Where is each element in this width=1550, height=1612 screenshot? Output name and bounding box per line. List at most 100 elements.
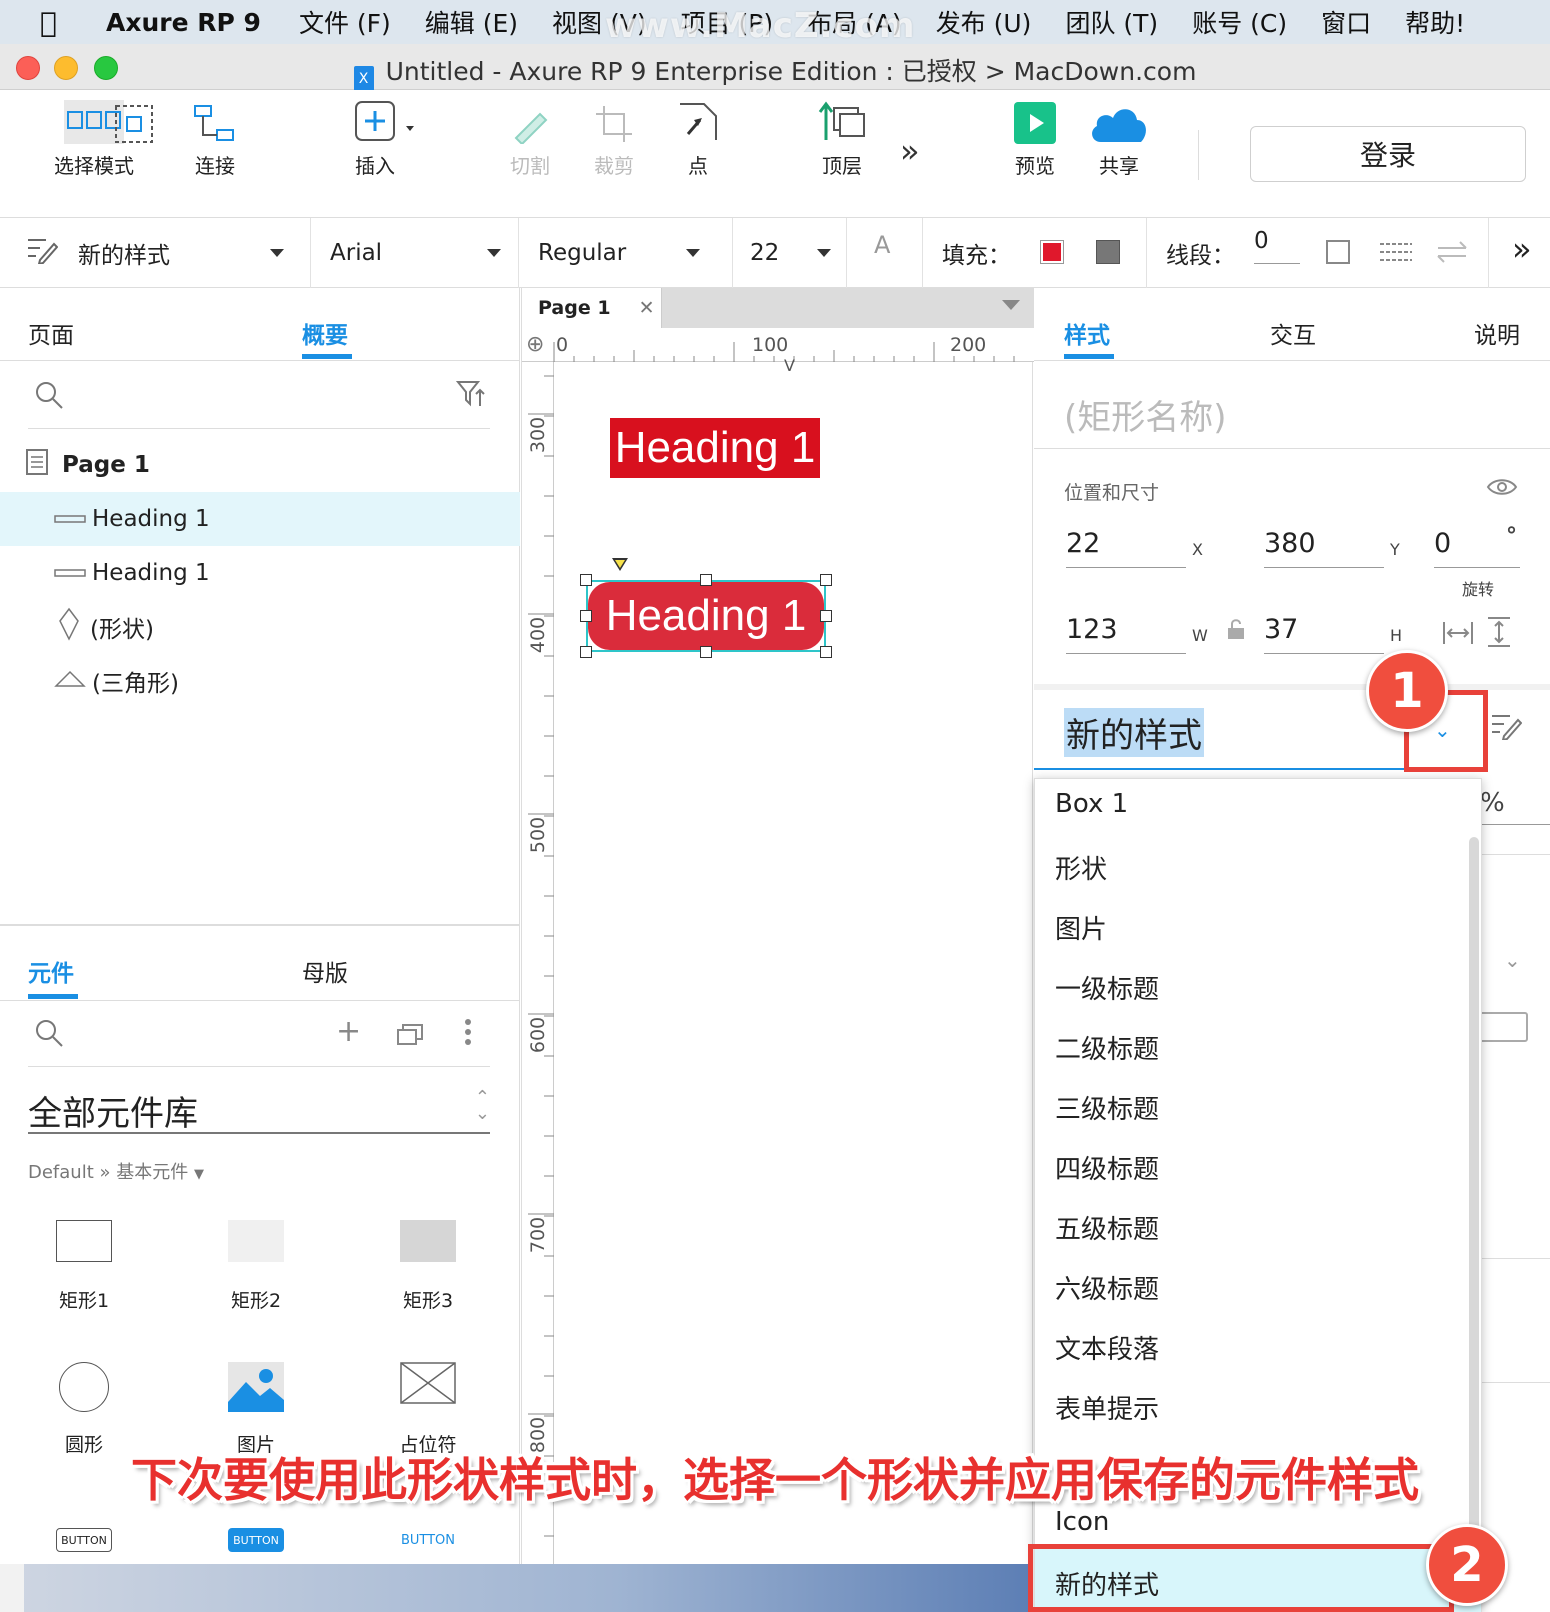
- dropdown-item[interactable]: 文本段落: [1055, 1329, 1159, 1366]
- visibility-eye-icon[interactable]: [1486, 476, 1518, 502]
- widget-placeholder[interactable]: 占位符: [368, 1362, 488, 1457]
- aspect-lock-icon[interactable]: [1226, 618, 1246, 644]
- more-options-icon[interactable]: [464, 1018, 472, 1050]
- crop-button[interactable]: 裁剪: [584, 90, 644, 179]
- search-icon[interactable]: [34, 380, 64, 414]
- outline-item[interactable]: Heading 1: [0, 546, 520, 600]
- menu-help[interactable]: 帮助!: [1405, 4, 1465, 40]
- apple-icon[interactable]: : [40, 6, 80, 39]
- preview-button[interactable]: 预览: [1005, 90, 1065, 179]
- cut-button[interactable]: 切割: [500, 90, 560, 179]
- canvas-heading[interactable]: Heading 1: [610, 418, 820, 478]
- dropdown-item[interactable]: 六级标题: [1055, 1269, 1159, 1306]
- outline-page[interactable]: Page 1: [0, 438, 520, 492]
- font-select[interactable]: Arial: [330, 218, 502, 288]
- menu-file[interactable]: 文件 (F): [299, 4, 391, 40]
- border-style-icon[interactable]: [1326, 240, 1350, 264]
- resize-handle[interactable]: [580, 610, 592, 622]
- dropdown-item[interactable]: 表单提示: [1055, 1389, 1159, 1426]
- widget-image[interactable]: 图片: [196, 1362, 316, 1457]
- menu-publish[interactable]: 发布 (U): [936, 4, 1032, 40]
- border-preview[interactable]: [1474, 1012, 1528, 1042]
- tab-interaction[interactable]: 交互: [1270, 316, 1316, 350]
- resize-handle[interactable]: [580, 574, 592, 586]
- fill-color-swatch[interactable]: [1040, 240, 1064, 264]
- tab-style[interactable]: 样式: [1064, 316, 1110, 350]
- height-input[interactable]: 37: [1264, 614, 1384, 654]
- more-format-icon[interactable]: »: [1512, 230, 1532, 268]
- edit-style-icon[interactable]: [1490, 712, 1523, 744]
- width-input[interactable]: 123: [1066, 614, 1186, 654]
- rectangle-icon: [54, 560, 86, 586]
- menu-edit[interactable]: 编辑 (E): [425, 4, 518, 40]
- login-button[interactable]: 登录: [1250, 126, 1526, 182]
- widget-rectangle1[interactable]: 矩形1: [24, 1220, 144, 1313]
- dropdown-scrollbar[interactable]: [1469, 837, 1479, 1537]
- tab-outline[interactable]: 概要: [302, 316, 348, 350]
- dropdown-item[interactable]: 三级标题: [1055, 1089, 1159, 1126]
- font-size-select[interactable]: 22: [750, 218, 832, 288]
- add-library-icon[interactable]: +: [336, 1014, 361, 1049]
- menu-window[interactable]: 窗口: [1321, 4, 1371, 40]
- menu-team[interactable]: 团队 (T): [1065, 4, 1158, 40]
- tab-notes[interactable]: 说明: [1474, 316, 1520, 350]
- tab-page1[interactable]: Page 1 ✕: [522, 288, 662, 328]
- more-tools-icon[interactable]: »: [900, 132, 920, 170]
- close-tab-icon[interactable]: ✕: [639, 297, 655, 319]
- selected-heading[interactable]: Heading 1: [588, 582, 824, 650]
- top-layer-button[interactable]: 顶层: [812, 90, 872, 179]
- outline-item[interactable]: (三角形): [0, 654, 520, 708]
- style-select[interactable]: 新的样式: [26, 218, 284, 288]
- resize-handle[interactable]: [820, 610, 832, 622]
- resize-handle[interactable]: [700, 646, 712, 658]
- fit-width-icon[interactable]: [1442, 620, 1474, 650]
- resize-handle[interactable]: [700, 574, 712, 586]
- app-menu[interactable]: Axure RP 9: [106, 8, 261, 37]
- text-color-icon[interactable]: A: [874, 210, 890, 280]
- widget-button[interactable]: BUTTON: [56, 1528, 112, 1552]
- point-button[interactable]: 点: [668, 90, 728, 179]
- fit-height-icon[interactable]: [1486, 616, 1512, 652]
- line-width-input[interactable]: 0: [1254, 218, 1300, 264]
- x-input[interactable]: 22: [1066, 528, 1186, 568]
- dropdown-item[interactable]: 四级标题: [1055, 1149, 1159, 1186]
- chevron-down-icon[interactable]: ⌄: [1504, 948, 1521, 972]
- dropdown-item[interactable]: 五级标题: [1055, 1209, 1159, 1246]
- filter-icon[interactable]: [455, 380, 486, 412]
- line-pattern-icon[interactable]: [1380, 240, 1412, 264]
- outline-item[interactable]: (形状): [0, 600, 520, 654]
- tabs-dropdown-icon[interactable]: [1002, 300, 1020, 310]
- arrow-style-icon[interactable]: [1436, 240, 1468, 264]
- font-weight-select[interactable]: Regular: [538, 218, 701, 288]
- widget-circle[interactable]: 圆形: [24, 1362, 144, 1457]
- library-breadcrumb[interactable]: Default » 基本元件 ▼: [28, 1158, 204, 1184]
- dropdown-item[interactable]: Box 1: [1055, 789, 1128, 819]
- library-copy-icon[interactable]: [396, 1022, 424, 1050]
- dropdown-item[interactable]: 图片: [1055, 909, 1107, 946]
- widget-primary-button[interactable]: BUTTON: [228, 1528, 284, 1552]
- resize-handle[interactable]: [820, 574, 832, 586]
- y-input[interactable]: 380: [1264, 528, 1384, 568]
- widget-rectangle2[interactable]: 矩形2: [196, 1220, 316, 1313]
- search-icon[interactable]: [34, 1018, 64, 1052]
- tab-widgets[interactable]: 元件: [28, 954, 74, 988]
- library-select[interactable]: 全部元件库 ⌃ ⌄: [28, 1086, 490, 1134]
- dropdown-item[interactable]: 二级标题: [1055, 1029, 1159, 1066]
- share-button[interactable]: 共享: [1084, 90, 1154, 179]
- outline-item[interactable]: Heading 1: [0, 492, 520, 546]
- menu-account[interactable]: 账号 (C): [1192, 4, 1287, 40]
- resize-handle[interactable]: [820, 646, 832, 658]
- insert-button[interactable]: 插入: [340, 90, 430, 179]
- widget-link-button[interactable]: BUTTON: [398, 1528, 458, 1552]
- shape-name-input[interactable]: (矩形名称): [1064, 390, 1227, 439]
- select-single-button[interactable]: [104, 90, 154, 150]
- widget-rectangle3[interactable]: 矩形3: [368, 1220, 488, 1313]
- dropdown-item[interactable]: Icon: [1055, 1507, 1109, 1537]
- tab-pages[interactable]: 页面: [28, 316, 74, 350]
- dropdown-item[interactable]: 一级标题: [1055, 969, 1159, 1006]
- dropdown-item[interactable]: 形状: [1055, 849, 1107, 886]
- connect-button[interactable]: 连接: [180, 90, 250, 179]
- resize-handle[interactable]: [580, 646, 592, 658]
- shadow-swatch[interactable]: [1096, 240, 1120, 264]
- tab-masters[interactable]: 母版: [302, 954, 348, 988]
